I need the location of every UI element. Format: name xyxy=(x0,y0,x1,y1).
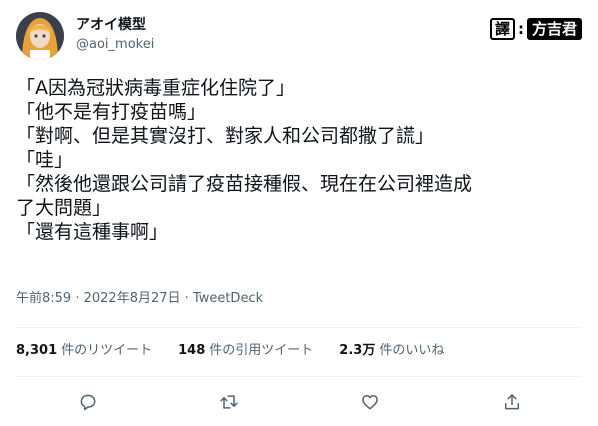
tweet-text: 「A因為冠狀病毒重症化住院了」 「他不是有打疫苗嗎」 「對啊、但是其實沒打、對家… xyxy=(16,76,582,244)
meta-separator: · xyxy=(71,291,84,306)
translator-badge: 譯 : 方吉君 xyxy=(489,18,582,40)
tweet-line: 「對啊、但是其實沒打、對家人和公司都撒了謊」 xyxy=(16,125,435,147)
reply-icon xyxy=(80,394,96,411)
divider xyxy=(16,327,582,328)
user-handle[interactable]: @aoi_mokei xyxy=(76,36,154,54)
tweet-actions xyxy=(16,388,582,416)
tweet-line: 「然後他還跟公司請了疫苗接種假、現在在公司裡造成 xyxy=(16,173,473,195)
tweet-header: アオイ模型 @aoi_mokei 譯 : 方吉君 xyxy=(16,12,582,60)
quote-count-label: 件の引用ツイート xyxy=(209,343,314,358)
tweet-stats: 8,301 件のリツイート 148 件の引用ツイート 2.3万 件のいいね xyxy=(16,342,444,360)
share-button[interactable] xyxy=(498,388,526,416)
like-count-label: 件のいいね xyxy=(379,343,445,358)
avatar-image xyxy=(16,12,64,60)
meta-separator: · xyxy=(180,291,193,306)
quote-count-value: 148 xyxy=(178,343,206,358)
tweet-time[interactable]: 午前8:59 xyxy=(16,291,71,306)
author-info: アオイ模型 @aoi_mokei xyxy=(76,16,154,54)
tweet-line: 「他不是有打疫苗嗎」 xyxy=(16,101,207,123)
tweet-date[interactable]: 2022年8月27日 xyxy=(84,291,181,306)
avatar[interactable] xyxy=(16,12,64,60)
tweet-line: 「還有這種事啊」 xyxy=(16,221,169,243)
tweet-meta: 午前8:59 · 2022年8月27日 · TweetDeck xyxy=(16,290,263,308)
retweet-count-label: 件のリツイート xyxy=(61,343,153,358)
translator-badge-colon: : xyxy=(517,20,524,38)
like-count-value: 2.3万 xyxy=(339,343,376,358)
heart-icon xyxy=(362,395,378,410)
tweet-line: 「A因為冠狀病毒重症化住院了」 xyxy=(16,77,295,99)
retweet-icon xyxy=(220,395,238,409)
retweet-count-value: 8,301 xyxy=(16,343,58,358)
share-icon xyxy=(505,394,519,410)
like-button[interactable] xyxy=(356,388,384,416)
reply-button[interactable] xyxy=(74,388,102,416)
quote-count[interactable]: 148 件の引用ツイート xyxy=(178,342,313,360)
like-count[interactable]: 2.3万 件のいいね xyxy=(339,342,444,360)
tweet-line: 了大問題」 xyxy=(16,197,112,219)
tweet-source[interactable]: TweetDeck xyxy=(193,291,263,306)
translator-badge-name: 方吉君 xyxy=(526,18,582,40)
retweet-count[interactable]: 8,301 件のリツイート xyxy=(16,342,152,360)
divider xyxy=(16,376,582,377)
display-name[interactable]: アオイ模型 xyxy=(76,16,154,34)
translator-badge-label: 譯 xyxy=(489,18,515,40)
tweet-line: 「哇」 xyxy=(16,149,74,171)
retweet-button[interactable] xyxy=(215,388,243,416)
